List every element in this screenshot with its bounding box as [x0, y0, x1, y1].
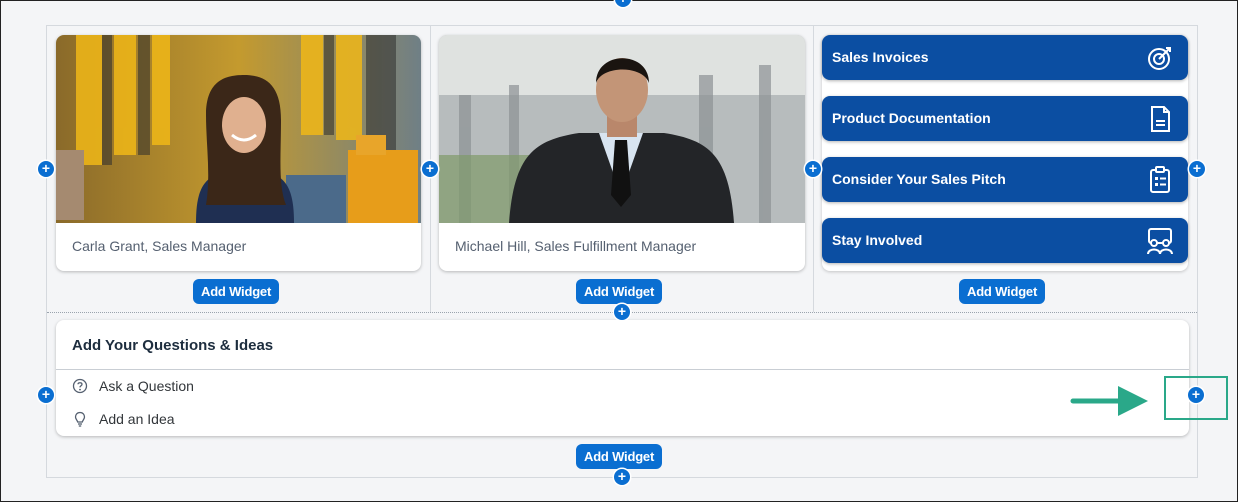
tile-label: Product Documentation — [832, 110, 991, 126]
add-column-button[interactable]: + — [1189, 161, 1205, 177]
person-card-michael[interactable]: Michael Hill, Sales Fulfillment Manager — [439, 35, 805, 271]
add-column-button[interactable]: + — [38, 387, 54, 403]
add-widget-button[interactable]: Add Widget — [959, 279, 1046, 304]
add-section-button[interactable]: + — [614, 469, 630, 485]
person-card-carla[interactable]: Carla Grant, Sales Manager — [56, 35, 421, 271]
ask-question-link[interactable]: Ask a Question — [72, 376, 222, 398]
tile-label: Sales Invoices — [832, 49, 929, 65]
callout-highlight-box — [1164, 376, 1228, 420]
question-icon — [72, 378, 88, 394]
tile-consider-sales-pitch[interactable]: Consider Your Sales Pitch — [822, 157, 1188, 202]
add-idea-label: Add an Idea — [99, 411, 175, 427]
michael-photo — [439, 35, 805, 223]
tile-product-documentation[interactable]: Product Documentation — [822, 96, 1188, 141]
clipboard-icon — [1150, 166, 1170, 193]
add-section-button[interactable]: + — [614, 304, 630, 320]
add-column-button[interactable]: + — [38, 161, 54, 177]
tile-label: Stay Involved — [832, 232, 923, 248]
add-idea-link[interactable]: Add an Idea — [72, 409, 222, 431]
tile-stay-involved[interactable]: Stay Involved — [822, 218, 1188, 263]
lightbulb-icon — [74, 411, 86, 427]
target-icon — [1148, 47, 1171, 70]
tile-label: Consider Your Sales Pitch — [832, 171, 1006, 187]
divider — [56, 369, 1189, 370]
add-column-button[interactable]: + — [805, 161, 821, 177]
callout-arrow-icon — [1070, 386, 1148, 416]
ask-question-label: Ask a Question — [99, 378, 194, 394]
add-widget-button[interactable]: Add Widget — [576, 444, 663, 469]
people-icon — [1147, 228, 1173, 255]
person-caption: Michael Hill, Sales Fulfillment Manager — [455, 238, 697, 254]
tile-sales-invoices[interactable]: Sales Invoices — [822, 35, 1188, 80]
add-widget-button[interactable]: Add Widget — [193, 279, 280, 304]
questions-ideas-title: Add Your Questions & Ideas — [72, 337, 274, 354]
add-column-button[interactable]: + — [422, 161, 438, 177]
carla-photo — [56, 35, 421, 223]
person-caption: Carla Grant, Sales Manager — [72, 238, 247, 254]
add-widget-button[interactable]: Add Widget — [576, 279, 663, 304]
questions-ideas-card: Add Your Questions & Ideas Ask a Questio… — [56, 320, 1189, 436]
document-icon — [1151, 106, 1170, 132]
